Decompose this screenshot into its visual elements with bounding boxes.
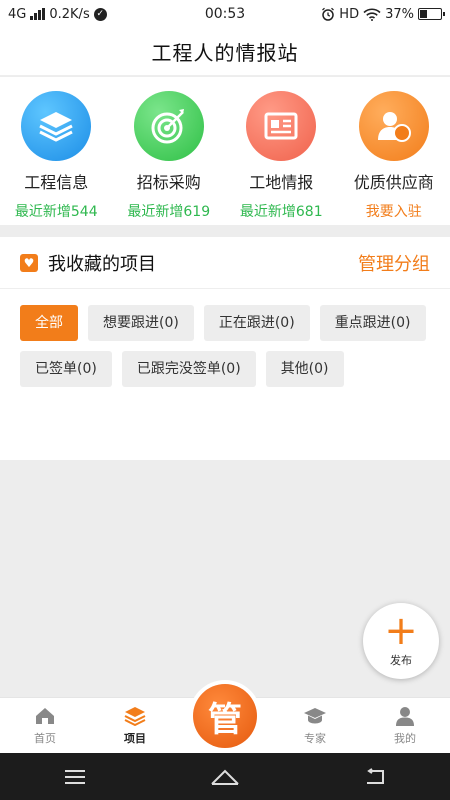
alarm-icon <box>322 7 335 21</box>
back-button[interactable] <box>355 762 395 792</box>
category-grid: 工程信息 最近新增544 招标采购 最近新增619 工地情报 最近新增681 优… <box>0 77 450 225</box>
battery-percent: 37% <box>385 6 414 22</box>
system-nav-bar <box>0 753 450 800</box>
favorites-title-text: 我收藏的项目 <box>48 253 156 275</box>
manage-center-button[interactable]: 管 <box>189 680 261 752</box>
nav-home[interactable]: 首页 <box>0 698 90 753</box>
tag-want-follow[interactable]: 想要跟进(0) <box>88 305 194 341</box>
favorites-section: ♥ 我收藏的项目 管理分组 全部 想要跟进(0) 正在跟进(0) 重点跟进(0)… <box>0 237 450 460</box>
category-title: 工程信息 <box>24 173 89 192</box>
category-subtitle: 最近新增544 <box>14 204 98 220</box>
nav-experts-label: 专家 <box>304 731 326 745</box>
category-site-intel[interactable]: 工地情报 最近新增681 <box>225 77 338 225</box>
category-icon-circle <box>246 91 317 161</box>
category-subtitle: 最近新增619 <box>127 204 211 220</box>
category-subtitle: 最近新增681 <box>239 204 323 220</box>
category-icon-circle <box>358 91 429 161</box>
wifi-icon <box>363 8 381 21</box>
nav-projects[interactable]: 项目 <box>90 698 180 753</box>
category-icon-circle <box>21 91 92 161</box>
category-subtitle: 我要入驻 <box>365 204 422 220</box>
category-supplier[interactable]: 优质供应商 我要入驻 <box>338 77 450 225</box>
battery-icon <box>418 8 445 20</box>
manage-center-label: 管 <box>193 684 257 748</box>
hd-indicator: HD <box>339 6 360 22</box>
layers-icon <box>124 706 146 726</box>
nav-mine[interactable]: 我的 <box>360 698 450 753</box>
tag-following[interactable]: 正在跟进(0) <box>203 305 310 341</box>
target-icon <box>151 109 184 144</box>
signal-icon <box>30 8 46 20</box>
nav-experts[interactable]: 专家 <box>270 698 360 753</box>
check-circle-icon: ✓ <box>93 7 107 21</box>
publish-label: 发布 <box>390 654 412 667</box>
network-type: 4G <box>8 6 27 22</box>
publish-button[interactable]: + 发布 <box>363 603 439 679</box>
status-bar: 4G 0.2K/s ✓ 00:53 HD 37% <box>0 0 450 28</box>
plus-icon: + <box>384 608 418 654</box>
bottom-nav: 首页 项目 管 专家 我的 <box>0 680 450 753</box>
nav-mine-label: 我的 <box>394 731 416 745</box>
nav-center-slot: 管 <box>180 680 270 753</box>
graduation-cap-icon <box>304 707 326 723</box>
newspaper-icon <box>264 112 298 140</box>
page-title: 工程人的情报站 <box>151 41 299 65</box>
home-icon <box>36 707 54 724</box>
favorites-header: ♥ 我收藏的项目 管理分组 <box>0 237 450 289</box>
supplier-icon <box>377 112 411 142</box>
status-right: HD 37% <box>321 6 445 22</box>
menu-icon <box>65 769 85 784</box>
category-title: 优质供应商 <box>353 173 434 192</box>
tag-finished-unsigned[interactable]: 已跟完没签单(0) <box>121 351 256 387</box>
category-project-info[interactable]: 工程信息 最近新增544 <box>0 77 113 225</box>
battery-fill <box>420 10 427 18</box>
status-left: 4G 0.2K/s ✓ <box>8 7 107 22</box>
menu-button[interactable] <box>55 762 95 792</box>
category-title: 招标采购 <box>136 173 201 192</box>
back-icon <box>367 767 384 784</box>
tag-other[interactable]: 其他(0) <box>265 351 344 387</box>
heart-icon: ♥ <box>20 253 38 272</box>
home-outline-icon <box>211 769 239 785</box>
nav-home-label: 首页 <box>34 731 56 745</box>
favorites-title: ♥ 我收藏的项目 <box>20 250 156 276</box>
category-bidding[interactable]: 招标采购 最近新增619 <box>113 77 226 225</box>
home-system-button[interactable] <box>205 762 245 792</box>
filter-tags: 全部 想要跟进(0) 正在跟进(0) 重点跟进(0) 已签单(0) 已跟完没签单… <box>0 289 450 387</box>
network-speed: 0.2K/s <box>49 6 90 22</box>
category-title: 工地情报 <box>249 173 314 192</box>
tag-all[interactable]: 全部 <box>20 305 78 341</box>
tag-signed[interactable]: 已签单(0) <box>20 351 112 387</box>
user-icon <box>396 706 414 726</box>
layers-icon <box>39 112 73 142</box>
manage-groups-button[interactable]: 管理分组 <box>358 250 430 276</box>
tag-key-follow[interactable]: 重点跟进(0) <box>319 305 426 341</box>
category-icon-circle <box>133 91 204 161</box>
nav-projects-label: 项目 <box>124 731 146 745</box>
app-header: 工程人的情报站 <box>0 28 450 76</box>
